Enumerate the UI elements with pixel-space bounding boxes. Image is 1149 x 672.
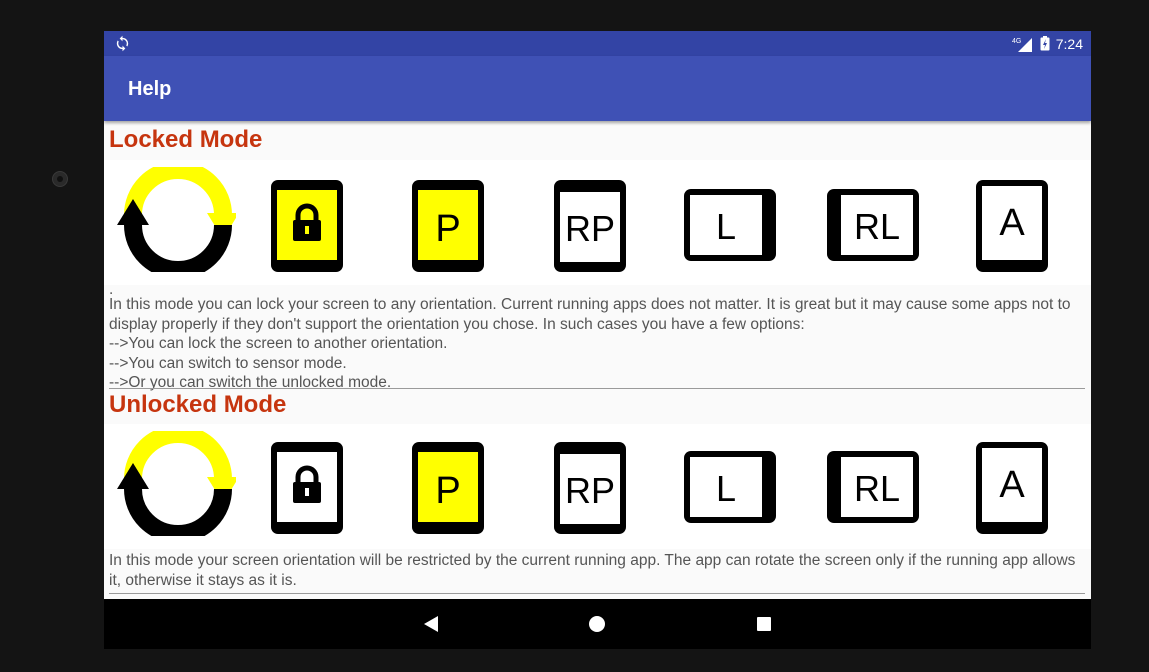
locked-mode-description: . In this mode you can lock your screen … — [109, 281, 1086, 393]
auto-rotate-label: A — [999, 464, 1025, 506]
lock-icon — [271, 180, 343, 272]
description-text: In this mode you can lock your screen to… — [109, 296, 1071, 333]
auto-rotate-label: A — [999, 202, 1025, 244]
back-button[interactable] — [418, 611, 444, 637]
status-icons: 4G 7:24 — [1012, 31, 1083, 56]
network-type: 4G — [1012, 38, 1021, 45]
status-bar: 4G 7:24 — [104, 31, 1091, 56]
reverse-landscape-label: RL — [854, 206, 900, 247]
description-dot: . — [109, 281, 114, 298]
status-time: 7:24 — [1055, 35, 1083, 52]
reverse-landscape-label: RL — [854, 468, 900, 509]
auto-rotate-icon: A — [976, 180, 1048, 272]
page-title: Help — [128, 78, 172, 100]
sync-icon — [116, 35, 129, 52]
reverse-portrait-label: RP — [565, 470, 615, 511]
landscape-label: L — [716, 468, 736, 509]
reverse-portrait-icon: RP — [554, 180, 626, 272]
signal-icon: 4G — [1012, 37, 1032, 52]
locked-mode-title: Locked Mode — [109, 126, 263, 153]
reverse-landscape-icon: RL — [827, 189, 919, 261]
reverse-portrait-label: RP — [565, 208, 615, 249]
auto-rotate-icon: A — [976, 442, 1048, 534]
section-divider — [109, 388, 1085, 389]
unlocked-mode-title: Unlocked Mode — [109, 391, 287, 418]
landscape-icon: L — [684, 189, 776, 261]
help-content[interactable]: Locked Mode P RP L RL A . In this mode y… — [104, 122, 1091, 599]
battery-icon — [1040, 36, 1050, 51]
home-button[interactable] — [584, 611, 610, 637]
unlocked-mode-section: Unlocked Mode P RP L RL A In this mode y… — [104, 390, 1091, 596]
landscape-label: L — [716, 206, 736, 247]
front-camera — [52, 171, 68, 187]
portrait-label: P — [435, 470, 460, 512]
rotate-icon — [117, 167, 236, 272]
portrait-label: P — [435, 208, 460, 250]
portrait-icon: P — [412, 180, 484, 272]
description-option: -->You can switch to sensor mode. — [109, 354, 347, 372]
app-bar: Help — [104, 56, 1091, 121]
unlocked-mode-description: In this mode your screen orientation wil… — [109, 551, 1086, 590]
reverse-portrait-icon: RP — [554, 442, 626, 534]
locked-mode-section: Locked Mode P RP L RL A . In this mode y… — [104, 122, 1091, 391]
unlocked-mode-icons: P RP L RL A — [104, 424, 1091, 549]
landscape-icon: L — [684, 451, 776, 523]
device-screen: 4G 7:24 Help Locked Mode P RP L RL A . I… — [104, 31, 1091, 649]
portrait-icon: P — [412, 442, 484, 534]
rotate-icon — [117, 431, 236, 536]
locked-mode-icons: P RP L RL A — [104, 160, 1091, 285]
unlock-icon — [271, 442, 343, 534]
description-option: -->You can lock the screen to another or… — [109, 335, 448, 352]
navigation-bar — [104, 599, 1091, 649]
section-divider — [109, 593, 1085, 594]
description-text: In this mode your screen orientation wil… — [109, 552, 1076, 589]
reverse-landscape-icon: RL — [827, 451, 919, 523]
recents-button[interactable] — [751, 611, 777, 637]
